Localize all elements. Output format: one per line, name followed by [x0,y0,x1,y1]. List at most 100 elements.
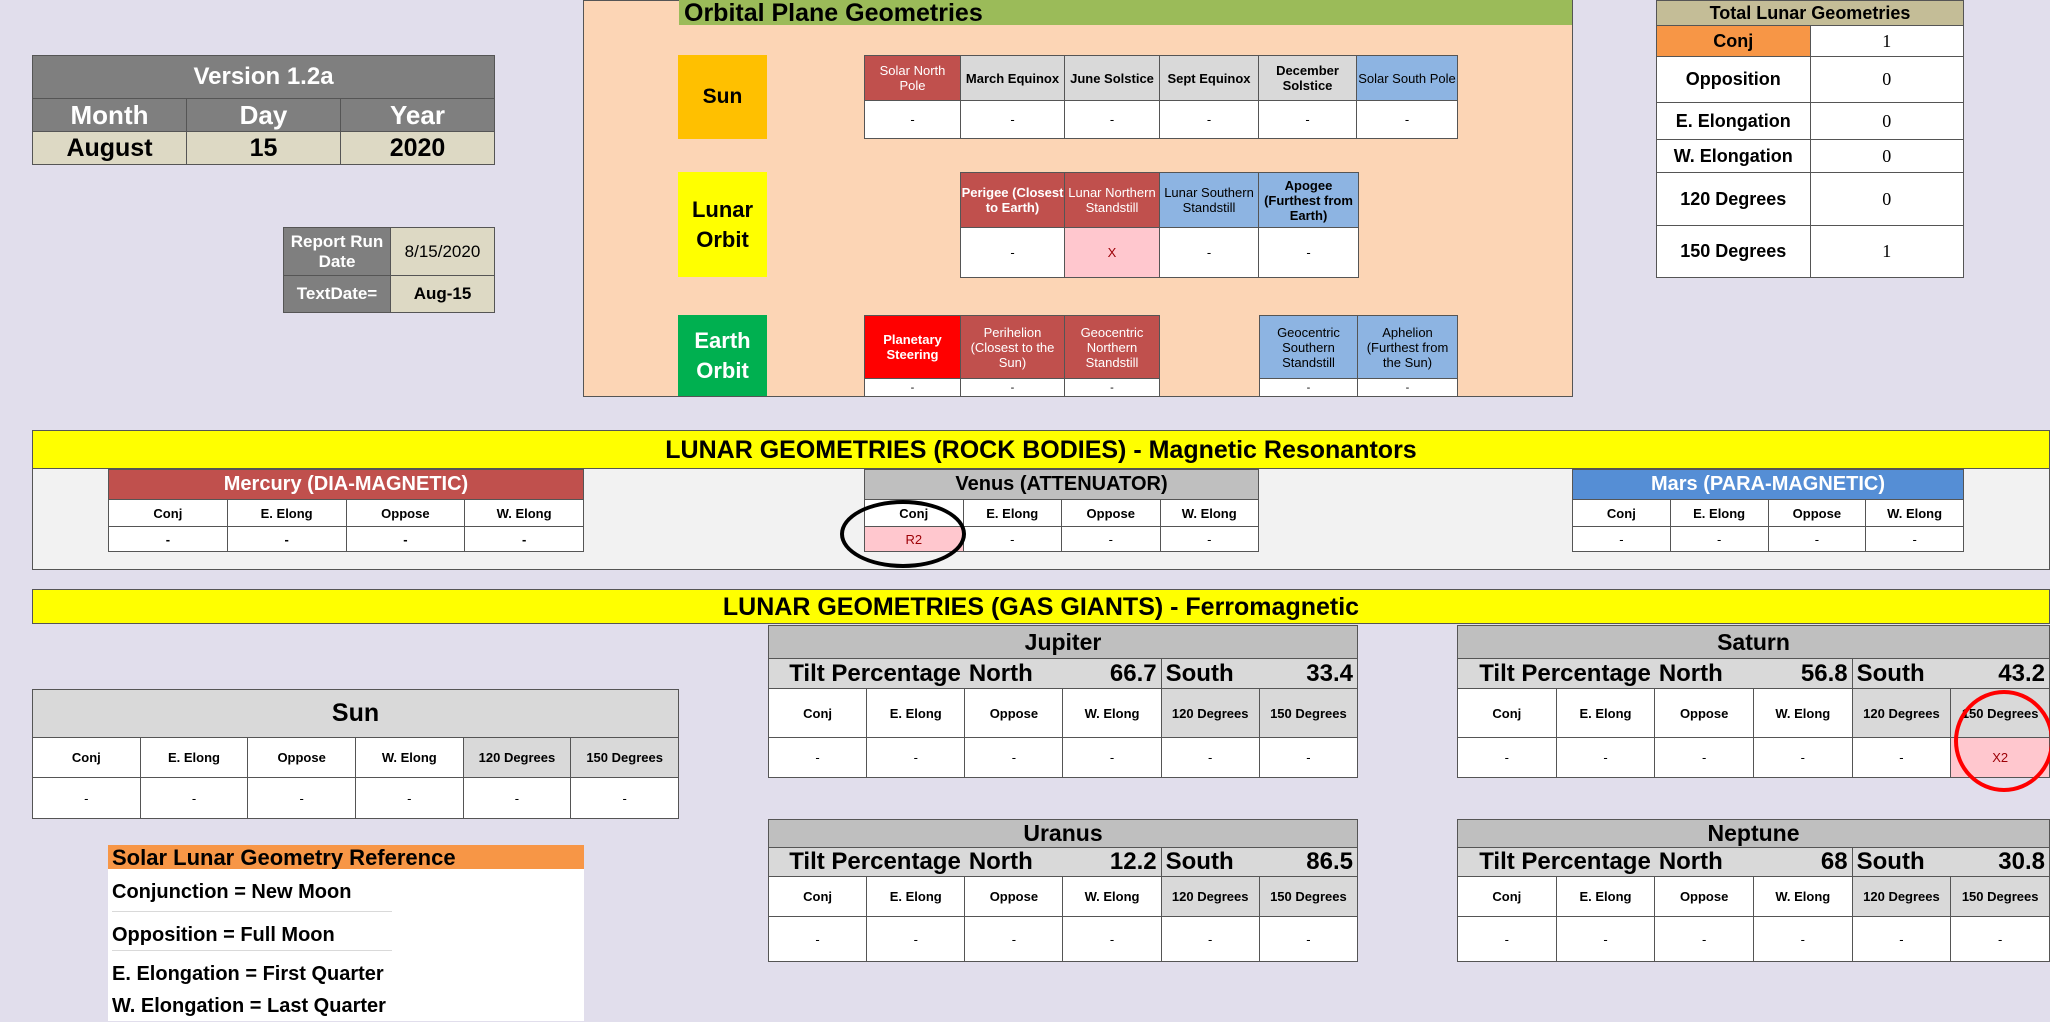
saturn-north-label: North [1658,659,1723,687]
totals-value-opposition: 0 [1809,56,1964,103]
reference-line-e-elongation: E. Elongation = First Quarter [112,963,384,985]
totals-value-150-degrees: 1 [1809,225,1964,278]
aphelion-header: Aphelion (Furthest from the Sun) [1357,315,1458,379]
gas-sun-table: Sun Conj E. Elong Oppose W. Elong 120 De… [32,689,679,819]
saturn-title: Saturn [1457,625,2050,659]
orbital-earth-value: - [1357,378,1458,397]
uranus-value: - [1160,916,1260,962]
jupiter-value: - [1258,737,1359,778]
gas-sun-value: - [570,777,679,819]
neptune-header: W. Elong [1752,876,1853,917]
neptune-north-cell: North 68 [1654,847,1853,877]
gas-sun-header: E. Elong [139,737,249,778]
uranus-value: - [1258,916,1359,962]
saturn-south-label: South [1856,659,1925,687]
gas-giants-title: LUNAR GEOMETRIES (GAS GIANTS) - Ferromag… [32,589,2050,624]
jupiter-south-label: South [1165,659,1234,687]
saturn-south-cell: South 43.2 [1851,658,2050,689]
uranus-table: Uranus Tilt Percentage North 12.2 South … [767,819,1359,962]
orbital-sun-value: - [1064,100,1160,139]
year-label: Year [340,98,495,132]
orbital-earth-label: Earth Orbit [678,315,767,396]
totals-label-120-degrees: 120 Degrees [1656,172,1811,226]
saturn-header: 120 Degrees [1851,688,1952,738]
venus-header-w-elong: W. Elong [1159,499,1259,527]
uranus-header: 120 Degrees [1160,876,1260,917]
orbital-lunar-table: Perigee (Closest to Earth) Lunar Norther… [960,172,1359,278]
jupiter-title: Jupiter [768,625,1358,659]
textdate-value[interactable]: Aug-15 [390,275,495,313]
neptune-header: 150 Degrees [1950,876,2050,917]
uranus-south-label: South [1165,848,1234,876]
venus-header-e-elong: E. Elong [962,499,1062,527]
uranus-south-cell: South 86.5 [1160,847,1359,877]
uranus-south-value: 86.5 [1306,848,1353,876]
uranus-north-cell: North 12.2 [964,847,1162,877]
day-value[interactable]: 15 [186,131,341,165]
totals-label-e-elongation: E. Elongation [1656,102,1811,140]
mars-value: - [1572,526,1671,552]
reference-line-conjunction: Conjunction = New Moon [112,877,392,912]
uranus-value: - [964,916,1064,962]
mars-title: Mars (PARA-MAGNETIC) [1572,469,1964,500]
uranus-header: W. Elong [1062,876,1162,917]
jupiter-value: - [1160,737,1260,778]
gas-sun-title: Sun [32,689,679,738]
orbital-lunar-value: - [1159,227,1259,278]
year-value[interactable]: 2020 [340,131,495,165]
jupiter-table: Jupiter Tilt Percentage North 66.7 South… [767,625,1359,778]
orbital-lunar-label-1: Lunar [691,196,754,222]
gas-sun-header: Conj [32,737,141,778]
uranus-north-value: 12.2 [1109,848,1157,876]
neptune-table: Neptune Tilt Percentage North 68 South 3… [1456,819,2050,962]
orbital-sun-label: Sun [678,55,767,139]
orbital-earth-value: - [960,378,1065,397]
orbital-earth-value: - [1259,378,1358,397]
rock-bodies-title: LUNAR GEOMETRIES (ROCK BODIES) - Magneti… [32,430,2050,469]
neptune-south-cell: South 30.8 [1851,847,2050,877]
saturn-value: - [1752,737,1853,778]
report-run-date-value[interactable]: 8/15/2020 [390,227,495,276]
orbital-earth-label-2: Orbit [696,357,749,383]
mercury-header-w-elong: W. Elong [464,499,584,527]
mercury-value: - [464,526,584,552]
mars-header-conj: Conj [1572,499,1671,527]
gas-sun-header: 120 Degrees [462,737,572,778]
totals-value-e-elongation: 0 [1809,102,1964,140]
version-title: Version 1.2a [32,55,495,99]
uranus-header: Oppose [964,876,1064,917]
month-label: Month [32,98,187,132]
venus-header-oppose: Oppose [1061,499,1161,527]
textdate-label: TextDate= [283,275,391,313]
mercury-value: - [226,526,347,552]
day-label: Day [186,98,341,132]
orbital-sun-table: Solar North Pole March Equinox June Sols… [864,55,1458,139]
report-run-date-label: Report Run Date [283,227,391,276]
jupiter-header: Conj [767,688,868,738]
jupiter-value: - [767,737,868,778]
gas-sun-value: - [247,777,356,819]
orbital-earth-right-table: Geocentric Southern Standstill Aphelion … [1259,315,1458,397]
saturn-header: Conj [1457,688,1557,738]
saturn-value: - [1457,737,1557,778]
reference-line-w-elongation: W. Elongation = Last Quarter [112,995,386,1017]
uranus-header: 150 Degrees [1258,876,1359,917]
lunar-southern-standstill-header: Lunar Southern Standstill [1159,172,1259,228]
mars-value: - [1865,526,1964,552]
totals-title: Total Lunar Geometries [1656,0,1964,26]
mercury-value: - [345,526,466,552]
gas-sun-value: - [32,777,141,819]
mars-header-e-elong: E. Elong [1669,499,1769,527]
jupiter-value: - [866,737,966,778]
uranus-title: Uranus [768,819,1358,848]
orbital-sun-value: - [960,100,1065,139]
mercury-header-oppose: Oppose [345,499,466,527]
orbital-title: Orbital Plane Geometries [679,0,1572,27]
saturn-150-red-circle [1954,690,2050,792]
orbital-earth-left-table: Planetary Steering Perihelion (Closest t… [864,315,1160,397]
neptune-south-label: South [1856,848,1925,876]
jupiter-value: - [964,737,1064,778]
month-value[interactable]: August [32,131,187,165]
gas-sun-value: - [354,777,464,819]
perihelion-header: Perihelion (Closest to the Sun) [960,315,1065,379]
